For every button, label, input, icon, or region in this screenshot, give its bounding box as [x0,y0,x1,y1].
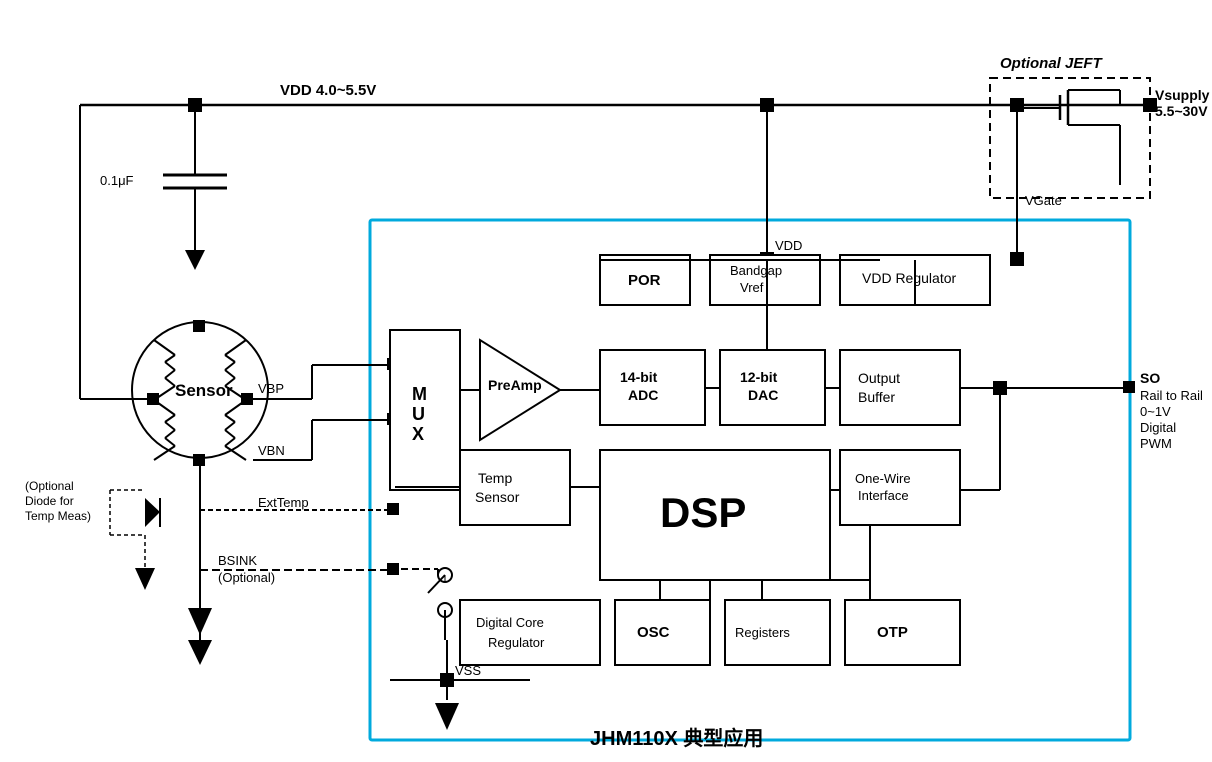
mux-m: M [412,384,427,404]
sensor-label: Sensor [175,381,233,400]
dac-label2: DAC [748,387,778,403]
power-node-1 [188,98,202,112]
cap-label: 0.1μF [100,173,134,188]
optional-diode-3: Temp Meas) [25,509,91,523]
adc-label1: 14-bit [620,369,658,385]
digital-core-label2: Regulator [488,635,545,650]
subtitle: JHM110X 典型应用 [590,726,763,750]
output-buffer-right-node [993,381,1007,395]
output-buffer-label2: Buffer [858,389,895,405]
mux-x: X [412,424,424,444]
one-wire-label1: One-Wire [855,471,911,486]
output-buffer-block [840,350,960,425]
dsp-label: DSP [660,489,746,536]
temp-sensor-label1: Temp [478,470,512,486]
por-label: POR [628,272,661,289]
v-range-label: 0~1V [1140,404,1171,419]
sensor-node-top [193,320,205,332]
vdd-reg-label: VDD Regulator [862,270,956,286]
so-output-node [1123,381,1135,393]
vsupply-range: 5.5~30V [1155,103,1208,119]
power-node-2 [760,98,774,112]
bsink-optional: (Optional) [218,570,275,585]
vdd-chip-label: VDD [775,238,802,253]
exttemp-label: ExtTemp [258,495,309,510]
rail-to-rail-label: Rail to Rail [1140,388,1203,403]
digital-core-block [460,600,600,665]
optional-diode-2: Diode for [25,494,74,508]
one-wire-label2: Interface [858,488,909,503]
vdd-label: VDD 4.0~5.5V [280,82,376,99]
bandgap-label: Bandgap [730,263,782,278]
registers-label: Registers [735,625,790,640]
exttemp-node [387,503,399,515]
temp-sensor-block [460,450,570,525]
optional-diode-1: (Optional [25,479,74,493]
preamp-label: PreAmp [488,377,542,393]
sensor-node-right [241,393,253,405]
mux-block [390,330,460,490]
osc-label: OSC [637,624,670,641]
so-label: SO [1140,370,1160,386]
digital-core-label1: Digital Core [476,615,544,630]
bsink-label: BSINK [218,553,257,568]
vss-label: VSS [455,663,481,678]
vsupply-label: Vsupply [1155,87,1210,103]
vref-label: Vref [740,280,764,295]
otp-label: OTP [877,624,908,641]
pwm-label: PWM [1140,436,1172,451]
vbp-label: VBP [258,381,284,396]
adc-label2: ADC [628,387,658,403]
vbn-label: VBN [258,443,285,458]
output-buffer-label1: Output [858,370,900,386]
optional-jeft-label: Optional JEFT [1000,55,1104,72]
mux-u: U [412,404,425,424]
vgate-label: VGate [1025,193,1062,208]
temp-sensor-label2: Sensor [475,489,520,505]
vgate-chip-node [1010,252,1024,266]
digital-label: Digital [1140,420,1176,435]
dac-label1: 12-bit [740,369,778,385]
